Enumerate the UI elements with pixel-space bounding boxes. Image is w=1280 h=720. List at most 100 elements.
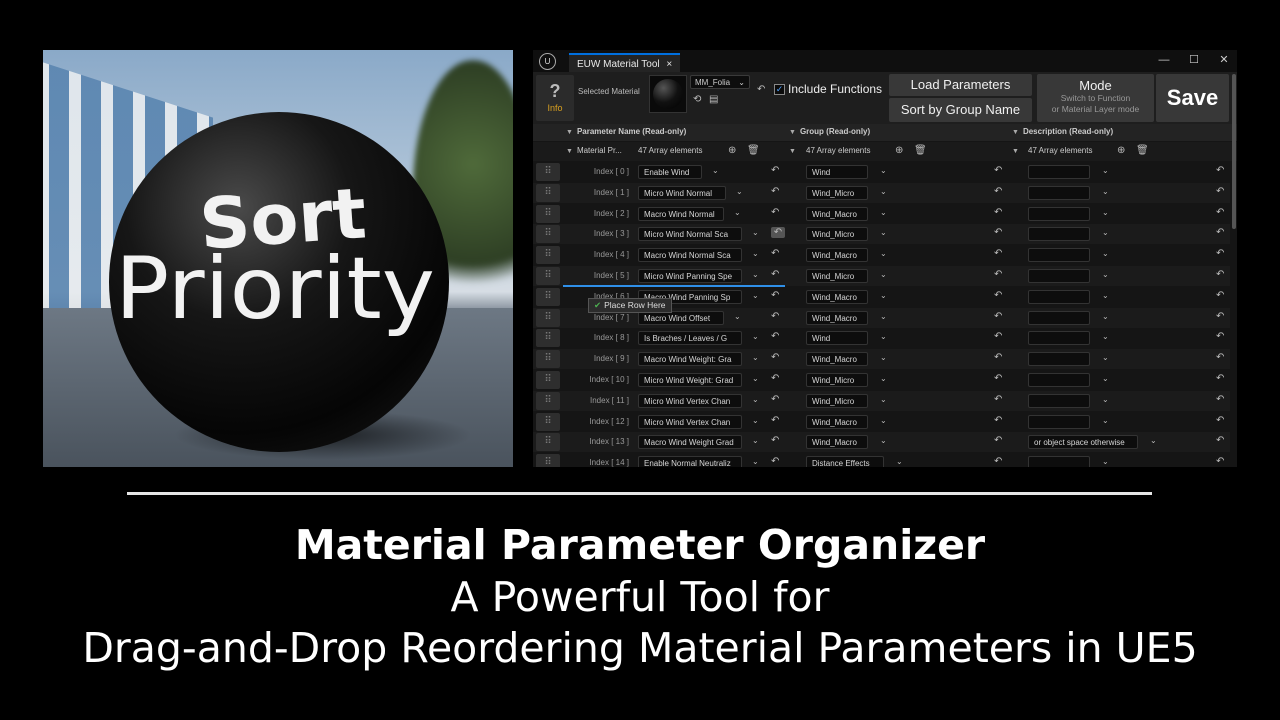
group-field[interactable]: Wind_Micro xyxy=(806,185,868,200)
unreal-engine-icon[interactable]: U xyxy=(539,53,556,70)
chevron-down-icon[interactable]: ⌄ xyxy=(752,436,759,445)
description-field[interactable] xyxy=(1028,352,1090,367)
reset-arrow-icon[interactable]: ↶ xyxy=(1216,227,1224,238)
description-field[interactable] xyxy=(1028,289,1090,304)
chevron-down-icon[interactable]: ⌄ xyxy=(880,208,887,217)
reset-arrow-icon[interactable]: ↶ xyxy=(1216,165,1224,176)
reset-arrow-icon[interactable]: ↶ xyxy=(771,269,779,280)
table-row[interactable]: ⠿ Index [ 0 ] Enable Wind ⌄ ↶ Wind ⌄ ↶ ⌄ ↶ xyxy=(533,162,1230,182)
drag-handle-icon[interactable]: ⠿ xyxy=(536,329,560,348)
chevron-down-icon[interactable]: ⌄ xyxy=(1102,270,1109,279)
chevron-down-icon[interactable]: ⌄ xyxy=(880,395,887,404)
description-field[interactable] xyxy=(1028,227,1090,242)
chevron-down-icon[interactable]: ⌄ xyxy=(880,374,887,383)
reset-arrow-icon[interactable]: ↶ xyxy=(994,435,1002,446)
table-row[interactable]: ⠿ Index [ 14 ] Enable Normal Neutraliz ⌄ ↶ Di… xyxy=(533,453,1230,467)
table-row[interactable]: ⠿ Index [ 12 ] Micro Wind Vertex Chan ⌄ ↶ Win… xyxy=(533,412,1230,432)
drag-handle-icon[interactable]: ⠿ xyxy=(536,204,560,223)
tab-close-icon[interactable]: × xyxy=(666,59,672,70)
param-name-field[interactable]: Is Braches / Leaves / G xyxy=(638,331,742,346)
chevron-down-icon[interactable]: ⌄ xyxy=(1102,249,1109,258)
reset-arrow-icon[interactable]: ↶ xyxy=(771,165,779,176)
param-name-field[interactable]: Enable Normal Neutraliz xyxy=(638,456,742,467)
include-functions-checkbox[interactable]: ✓ Include Functions xyxy=(774,82,882,96)
chevron-down-icon[interactable]: ⌄ xyxy=(880,332,887,341)
chevron-down-icon[interactable]: ⌄ xyxy=(752,457,759,466)
reset-arrow-icon[interactable]: ↶ xyxy=(771,186,779,197)
chevron-down-icon[interactable]: ⌄ xyxy=(1102,312,1109,321)
reset-arrow-icon[interactable]: ↶ xyxy=(994,394,1002,405)
reset-arrow-icon[interactable]: ↶ xyxy=(994,207,1002,218)
param-name-field[interactable]: Micro Wind Normal Sca xyxy=(638,227,742,242)
chevron-down-icon[interactable]: ⌄ xyxy=(734,208,741,217)
add-element-icon[interactable]: ⊕ xyxy=(1117,145,1125,156)
chevron-down-icon[interactable]: ⌄ xyxy=(1102,291,1109,300)
table-row[interactable]: ⠿ Index [ 5 ] Micro Wind Panning Spe ⌄ ↶ Wind… xyxy=(533,266,1230,286)
table-row[interactable]: ⠿ Index [ 3 ] Micro Wind Normal Sca ⌄ ↶ Wind_… xyxy=(533,224,1230,245)
description-field[interactable] xyxy=(1028,269,1090,283)
reset-arrow-icon[interactable]: ↶ xyxy=(994,269,1002,280)
reset-arrow-icon[interactable]: ↶ xyxy=(771,311,779,322)
reset-arrow-icon[interactable]: ↶ xyxy=(1216,186,1224,197)
param-array-label[interactable]: ▼ Material Pr... xyxy=(566,146,622,155)
reset-arrow-icon[interactable]: ↶ xyxy=(771,435,779,446)
group-field[interactable]: Wind_Macro xyxy=(806,352,868,367)
drag-handle-icon[interactable]: ⠿ xyxy=(536,308,560,327)
reset-arrow-icon[interactable]: ↶ xyxy=(1216,207,1224,218)
tab-euw-material-tool[interactable]: EUW Material Tool × xyxy=(569,53,681,74)
table-row[interactable]: ⠿ Index [ 13 ] Macro Wind Weight Grad ⌄ ↶ Win… xyxy=(533,432,1230,453)
chevron-down-icon[interactable]: ⌄ xyxy=(712,166,719,175)
reset-arrow-icon[interactable]: ↶ xyxy=(771,227,785,239)
description-field[interactable] xyxy=(1028,165,1090,179)
drag-handle-icon[interactable]: ⠿ xyxy=(536,412,560,431)
reset-arrow-icon[interactable]: ↶ xyxy=(994,352,1002,363)
reset-arrow-icon[interactable]: ↶ xyxy=(1216,290,1224,301)
reset-arrow-icon[interactable]: ↶ xyxy=(771,248,779,259)
group-field[interactable]: Wind_Macro xyxy=(806,435,868,450)
drag-handle-icon[interactable]: ⠿ xyxy=(536,246,560,265)
chevron-down-icon[interactable]: ⌄ xyxy=(1102,332,1109,341)
description-field[interactable] xyxy=(1028,248,1090,263)
reset-arrow-icon[interactable]: ↶ xyxy=(1216,456,1224,467)
description-field[interactable] xyxy=(1028,310,1090,325)
description-field[interactable] xyxy=(1028,185,1090,200)
reset-arrow-icon[interactable]: ↶ xyxy=(994,165,1002,176)
description-field[interactable] xyxy=(1028,331,1090,346)
chevron-down-icon[interactable]: ⌄ xyxy=(752,228,759,237)
reset-arrow-icon[interactable]: ↶ xyxy=(771,415,779,426)
vertical-scrollbar[interactable] xyxy=(1232,74,1236,229)
reset-arrow-icon[interactable]: ↶ xyxy=(994,186,1002,197)
chevron-down-icon[interactable]: ⌄ xyxy=(880,249,887,258)
table-row[interactable]: ⠿ Index [ 10 ] Micro Wind Weight: Grad ⌄ ↶ Wi… xyxy=(533,370,1230,390)
drag-handle-icon[interactable]: ⠿ xyxy=(536,391,560,410)
material-thumbnail[interactable] xyxy=(649,75,687,113)
chevron-down-icon[interactable]: ⌄ xyxy=(752,270,759,279)
reset-arrow-icon[interactable]: ↶ xyxy=(994,248,1002,259)
reset-arrow-icon[interactable]: ↶ xyxy=(994,415,1002,426)
group-field[interactable]: Wind_Macro xyxy=(806,206,868,221)
trash-icon[interactable]: 🗑 xyxy=(1136,145,1149,156)
drag-handle-icon[interactable]: ⠿ xyxy=(536,163,560,181)
chevron-down-icon[interactable]: ⌄ xyxy=(752,395,759,404)
param-name-field[interactable]: Micro Wind Normal xyxy=(638,185,726,200)
trash-icon[interactable]: 🗑 xyxy=(747,145,760,156)
trash-icon[interactable]: 🗑 xyxy=(914,145,927,156)
table-row[interactable]: ⠿ Index [ 11 ] Micro Wind Vertex Chan ⌄ ↶ Win… xyxy=(533,390,1230,411)
chevron-down-icon[interactable]: ⌄ xyxy=(752,291,759,300)
desc-column-header[interactable]: ▼ Description (Read-only) xyxy=(1012,127,1113,136)
param-name-field[interactable]: Micro Wind Vertex Chan xyxy=(638,393,742,408)
group-field[interactable]: Wind_Micro xyxy=(806,227,868,242)
group-field[interactable]: Wind_Macro xyxy=(806,310,868,325)
description-field[interactable] xyxy=(1028,206,1090,221)
chevron-down-icon[interactable]: ⌄ xyxy=(752,249,759,258)
drag-handle-icon[interactable]: ⠿ xyxy=(536,267,560,285)
group-field[interactable]: Wind_Micro xyxy=(806,373,868,387)
drag-handle-icon[interactable]: ⠿ xyxy=(536,371,560,389)
table-row[interactable]: ⠿ Index [ 1 ] Micro Wind Normal ⌄ ↶ Wind_Micr… xyxy=(533,182,1230,203)
group-field[interactable]: Wind xyxy=(806,331,868,346)
drag-handle-icon[interactable]: ⠿ xyxy=(536,287,560,306)
chevron-down-icon[interactable]: ⌄ xyxy=(880,228,887,237)
reset-arrow-icon[interactable]: ↶ xyxy=(994,373,1002,384)
reset-arrow-icon[interactable]: ↶ xyxy=(1216,331,1224,342)
reset-arrow-icon[interactable]: ↶ xyxy=(771,290,779,301)
